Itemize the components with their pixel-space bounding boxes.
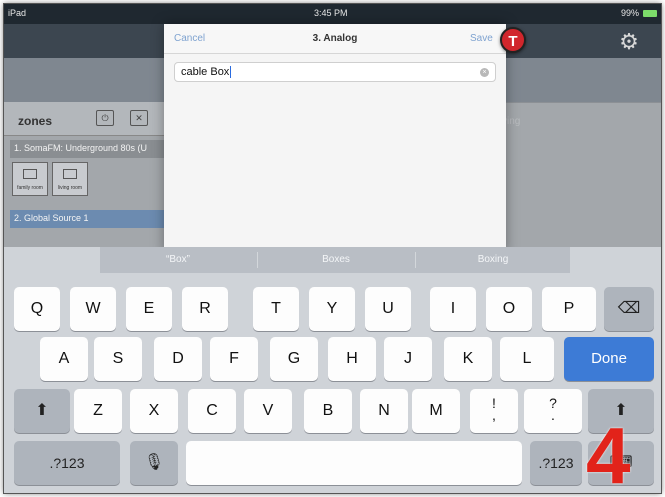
room-label: living room bbox=[57, 185, 83, 191]
key-question-period[interactable]: ? . bbox=[524, 389, 582, 433]
key-exclaim-comma[interactable]: ! , bbox=[470, 389, 518, 433]
key-h[interactable]: H bbox=[328, 337, 376, 381]
key-s[interactable]: S bbox=[94, 337, 142, 381]
key-bottom-char: . bbox=[551, 407, 555, 423]
room-tile[interactable]: family room bbox=[12, 162, 48, 196]
power-icon[interactable]: ⏻ bbox=[96, 110, 114, 126]
key-l[interactable]: L bbox=[500, 337, 554, 381]
key-t[interactable]: T bbox=[253, 287, 299, 331]
mute-icon[interactable]: ✕ bbox=[130, 110, 148, 126]
key-u[interactable]: U bbox=[365, 287, 411, 331]
save-button[interactable]: Save bbox=[470, 33, 493, 44]
shift-icon: ⬆ bbox=[35, 402, 49, 419]
key-c[interactable]: C bbox=[188, 389, 236, 433]
zone-title: 1. SomaFM: Underground 80s (U bbox=[14, 143, 148, 153]
zones-title: zones bbox=[18, 114, 53, 128]
suggestion-item[interactable]: Boxing bbox=[416, 247, 570, 273]
zone-row[interactable]: 1. SomaFM: Underground 80s (U bbox=[10, 140, 164, 158]
key-x[interactable]: X bbox=[130, 389, 178, 433]
suggestion-item[interactable]: Boxes bbox=[258, 247, 414, 273]
space-bar[interactable] bbox=[186, 441, 522, 485]
backspace-icon: ⌫ bbox=[617, 300, 641, 317]
key-i[interactable]: I bbox=[430, 287, 476, 331]
key-q[interactable]: Q bbox=[14, 287, 60, 331]
key-g[interactable]: G bbox=[270, 337, 318, 381]
dictation-key[interactable]: 🎙 bbox=[130, 441, 178, 485]
carrier-label: iPad bbox=[8, 8, 27, 18]
battery-icon bbox=[643, 10, 657, 17]
now-playing-panel bbox=[506, 102, 661, 262]
key-top-char: ? bbox=[549, 395, 557, 411]
key-o[interactable]: O bbox=[486, 287, 532, 331]
suggestion-bar: “Box” Boxes Boxing bbox=[100, 247, 570, 273]
battery-percent: 99% bbox=[620, 8, 639, 18]
key-m[interactable]: M bbox=[412, 389, 460, 433]
key-f[interactable]: F bbox=[210, 337, 258, 381]
backspace-key[interactable]: ⌫ bbox=[604, 287, 654, 331]
source-name-input[interactable]: cable Box bbox=[174, 62, 496, 82]
input-value: cable Box bbox=[181, 66, 230, 78]
key-z[interactable]: Z bbox=[74, 389, 122, 433]
key-b[interactable]: B bbox=[304, 389, 352, 433]
key-n[interactable]: N bbox=[360, 389, 408, 433]
key-w[interactable]: W bbox=[70, 287, 116, 331]
key-top-char: ! bbox=[492, 395, 496, 411]
gear-icon[interactable]: ⚙ bbox=[618, 31, 640, 53]
key-e[interactable]: E bbox=[126, 287, 172, 331]
step-number-callout: 4 bbox=[586, 411, 631, 494]
text-caret bbox=[230, 66, 232, 79]
key-j[interactable]: J bbox=[384, 337, 432, 381]
numbers-key-left[interactable]: .?123 bbox=[14, 441, 120, 485]
key-a[interactable]: A bbox=[40, 337, 88, 381]
shift-key-left[interactable]: ⬆ bbox=[14, 389, 70, 433]
key-k[interactable]: K bbox=[444, 337, 492, 381]
key-y[interactable]: Y bbox=[309, 287, 355, 331]
clock: 3:45 PM bbox=[314, 8, 348, 18]
room-icon bbox=[63, 169, 77, 179]
key-r[interactable]: R bbox=[182, 287, 228, 331]
zone-row[interactable]: 2. Global Source 1 bbox=[10, 210, 164, 228]
status-bar: iPad 3:45 PM 99% bbox=[4, 4, 661, 24]
zone-title: 2. Global Source 1 bbox=[14, 213, 89, 223]
key-bottom-char: , bbox=[492, 407, 496, 423]
dialog-header: Cancel 3. Analog Save bbox=[164, 24, 506, 54]
done-button[interactable]: Done bbox=[564, 337, 654, 381]
onscreen-keyboard: “Box” Boxes Boxing Q W E R T Y U I O P ⌫… bbox=[4, 247, 661, 493]
rename-source-dialog: Cancel 3. Analog Save cable Box × bbox=[164, 24, 506, 254]
microphone-icon: 🎙 bbox=[143, 454, 165, 471]
zones-panel: zones ⏻ ✕ 1. SomaFM: Underground 80s (U … bbox=[4, 102, 164, 262]
zones-header: zones ⏻ ✕ bbox=[4, 102, 164, 136]
suggestion-item[interactable]: “Box” bbox=[100, 247, 256, 273]
dialog-title: 3. Analog bbox=[312, 33, 358, 44]
key-p[interactable]: P bbox=[542, 287, 596, 331]
room-label: family room bbox=[17, 185, 43, 191]
key-d[interactable]: D bbox=[154, 337, 202, 381]
ipad-screen: iPad 3:45 PM 99% ⚙ zones ⏻ ✕ 1. SomaFM: … bbox=[4, 4, 661, 493]
clear-text-icon[interactable]: × bbox=[480, 68, 489, 77]
step-badge: T bbox=[500, 27, 526, 53]
room-icon bbox=[23, 169, 37, 179]
room-tile[interactable]: living room bbox=[52, 162, 88, 196]
key-v[interactable]: V bbox=[244, 389, 292, 433]
numbers-key-right[interactable]: .?123 bbox=[530, 441, 582, 485]
